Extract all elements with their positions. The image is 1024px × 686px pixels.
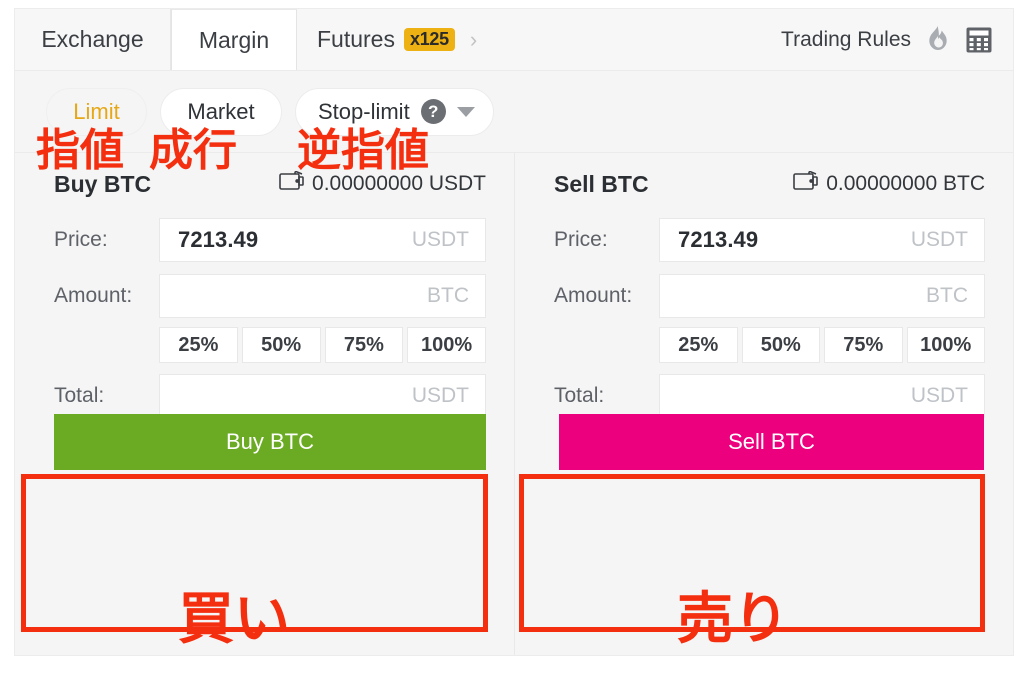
sell-panel-header: Sell BTC 0.00000000 BTC (515, 153, 1013, 215)
buy-percent-row: 25% 50% 75% 100% (15, 327, 514, 363)
order-form-frame: Exchange Margin Futures x125 › Trading R… (14, 8, 1014, 656)
buy-action-area: Buy BTC (15, 369, 514, 529)
sell-amount-unit: BTC (926, 284, 968, 307)
sell-balance-value: 0.00000000 BTC (826, 172, 985, 195)
tab-exchange-label: Exchange (41, 26, 144, 52)
sell-btc-button-label: Sell BTC (728, 429, 815, 454)
buy-panel-title: Buy BTC (54, 170, 152, 197)
buy-price-value: 7213.49 (178, 227, 259, 252)
tab-exchange[interactable]: Exchange (15, 9, 171, 70)
question-mark-icon[interactable]: ? (420, 99, 446, 124)
sell-price-input[interactable]: 7213.49 USDT (659, 218, 985, 262)
sell-action-area: Sell BTC (515, 369, 1013, 529)
buy-panel: Buy BTC 0.00000000 USDT Price: 7213.49 U… (15, 153, 514, 655)
buy-panel-header: Buy BTC 0.00000000 USDT (15, 153, 514, 215)
buy-price-input[interactable]: 7213.49 USDT (159, 218, 486, 262)
sell-panel: Sell BTC 0.00000000 BTC Price: 7213.49 U… (514, 153, 1013, 655)
trading-rules-link[interactable]: Trading Rules (781, 28, 911, 52)
wallet-icon (793, 170, 819, 198)
sell-amount-input[interactable]: BTC (659, 274, 985, 318)
sell-available-balance: 0.00000000 BTC (793, 170, 985, 198)
order-type-market[interactable]: Market (160, 87, 282, 136)
buy-percent-50[interactable]: 50% (241, 327, 321, 363)
wallet-icon (279, 170, 304, 198)
market-type-tabbar: Exchange Margin Futures x125 › Trading R… (15, 9, 1013, 71)
sell-percent-25[interactable]: 25% (659, 327, 738, 363)
sell-percent-50[interactable]: 50% (741, 327, 820, 363)
order-type-row: Limit Market Stop-limit ? (15, 71, 1013, 153)
buy-price-row: Price: 7213.49 USDT (15, 215, 514, 265)
chevron-right-icon[interactable]: › (470, 28, 477, 51)
sell-price-value: 7213.49 (678, 227, 759, 252)
sell-price-unit: USDT (910, 228, 968, 251)
chevron-down-icon[interactable] (456, 106, 475, 117)
buy-amount-label: Amount: (54, 284, 133, 307)
sell-btc-button[interactable]: Sell BTC (559, 414, 984, 470)
order-type-limit-label: Limit (73, 98, 120, 124)
tab-futures[interactable]: Futures x125 › (297, 9, 491, 70)
buy-available-balance: 0.00000000 USDT (279, 170, 486, 198)
tab-margin-label: Margin (198, 26, 270, 53)
calculator-icon[interactable] (965, 26, 993, 54)
buy-amount-input[interactable]: BTC (159, 274, 486, 318)
order-panels: Buy BTC 0.00000000 USDT Price: 7213.49 U… (15, 153, 1013, 655)
tabbar-right-group: Trading Rules (781, 9, 1013, 70)
order-type-limit[interactable]: Limit (46, 87, 147, 136)
order-type-stop-limit[interactable]: Stop-limit ? (295, 87, 494, 136)
sell-percent-100[interactable]: 100% (906, 327, 985, 363)
sell-percent-75[interactable]: 75% (824, 327, 903, 363)
sell-panel-title: Sell BTC (554, 170, 649, 197)
leverage-badge: x125 (403, 28, 455, 51)
buy-btc-button-label: Buy BTC (225, 429, 315, 454)
tab-futures-label: Futures (317, 26, 395, 52)
sell-amount-row: Amount: BTC (515, 271, 1013, 321)
sell-price-row: Price: 7213.49 USDT (515, 215, 1013, 265)
buy-balance-value: 0.00000000 USDT (312, 172, 486, 195)
buy-btc-button[interactable]: Buy BTC (54, 414, 486, 470)
tab-margin[interactable]: Margin (171, 9, 297, 70)
sell-amount-label: Amount: (554, 284, 633, 307)
flame-icon (925, 25, 951, 55)
buy-price-label: Price: (54, 228, 108, 251)
order-type-stop-limit-label: Stop-limit (318, 98, 410, 124)
buy-amount-unit: BTC (427, 284, 469, 307)
trading-panel-screenshot: Exchange Margin Futures x125 › Trading R… (0, 0, 1024, 686)
buy-price-unit: USDT (411, 228, 469, 251)
buy-amount-row: Amount: BTC (15, 271, 514, 321)
order-type-market-label: Market (187, 98, 255, 124)
sell-price-label: Price: (554, 228, 608, 251)
buy-percent-100[interactable]: 100% (407, 327, 486, 363)
sell-percent-row: 25% 50% 75% 100% (515, 327, 1013, 363)
buy-percent-25[interactable]: 25% (159, 327, 238, 363)
buy-percent-75[interactable]: 75% (324, 327, 404, 363)
